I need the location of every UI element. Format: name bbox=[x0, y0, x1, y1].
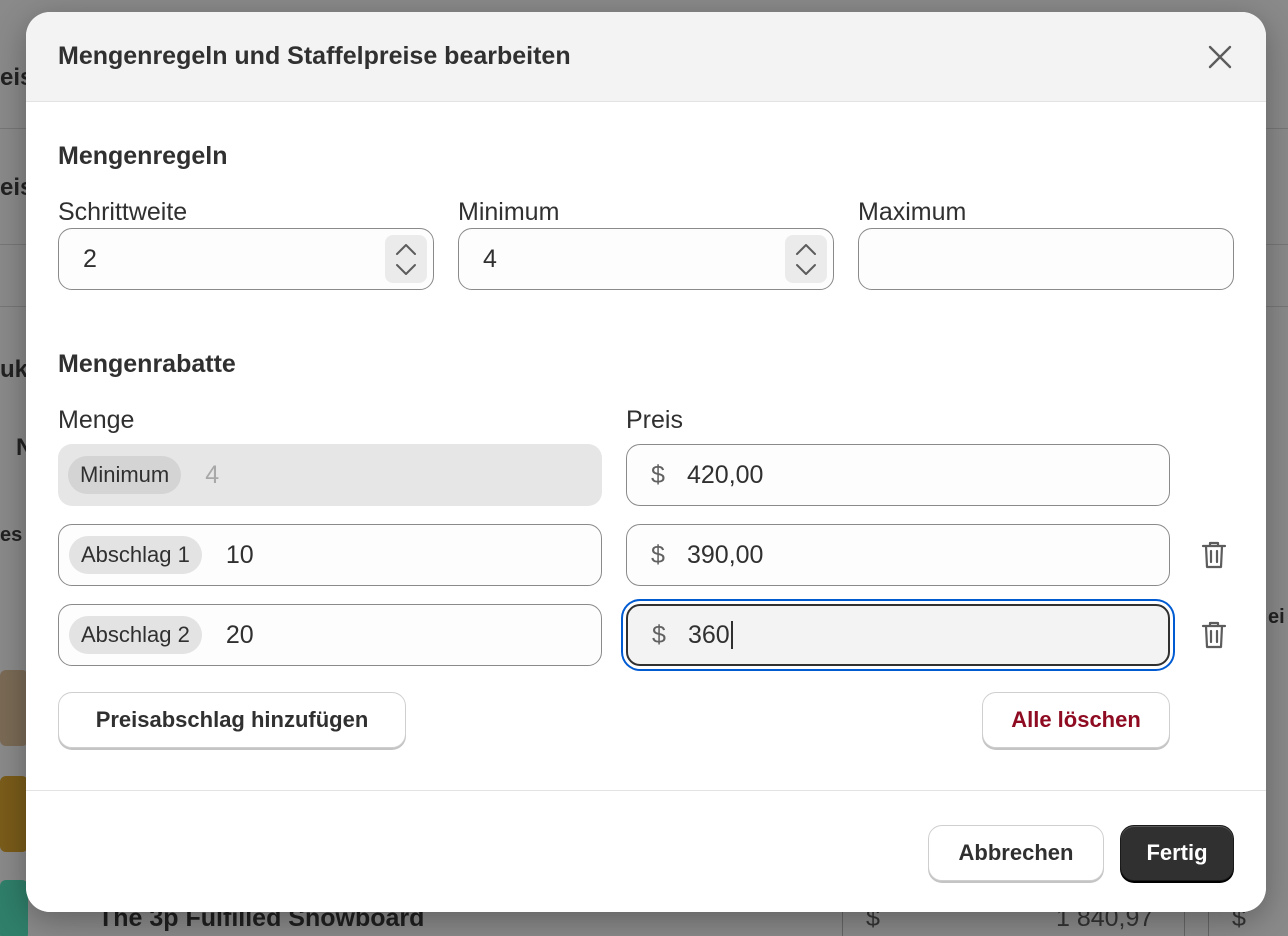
increment-input[interactable]: 2 bbox=[58, 228, 434, 290]
modal-footer: Abbrechen Fertig bbox=[26, 790, 1266, 912]
break-quantity-input-2[interactable]: Abschlag 2 20 bbox=[58, 604, 602, 666]
break-tag: Abschlag 2 bbox=[69, 616, 202, 654]
delete-break-button-2[interactable] bbox=[1198, 619, 1230, 651]
minimum-value: 4 bbox=[483, 244, 497, 273]
chevron-down-icon[interactable] bbox=[795, 263, 817, 277]
bg-text-fragment: ei bbox=[1268, 606, 1285, 628]
trash-icon bbox=[1201, 621, 1227, 649]
bg-text-fragment: es bbox=[0, 524, 23, 546]
break-quantity-value: 10 bbox=[225, 540, 254, 569]
currency-symbol: $ bbox=[651, 460, 665, 489]
chevron-up-icon[interactable] bbox=[795, 242, 817, 256]
break-price-value: 360 bbox=[688, 620, 730, 649]
break-tag: Minimum bbox=[68, 456, 182, 494]
currency-symbol: $ bbox=[652, 620, 666, 649]
modal-dialog: Mengenregeln und Staffelpreise bearbeite… bbox=[26, 12, 1266, 912]
break-quantity-value: 20 bbox=[225, 620, 254, 649]
done-button[interactable]: Fertig bbox=[1120, 825, 1234, 881]
delete-break-button-1[interactable] bbox=[1198, 539, 1230, 571]
text-caret bbox=[730, 621, 733, 649]
break-price-value: 390,00 bbox=[687, 540, 764, 569]
cancel-button[interactable]: Abbrechen bbox=[928, 825, 1104, 881]
close-button[interactable] bbox=[1200, 37, 1240, 77]
break-quantity-input-1[interactable]: Abschlag 1 10 bbox=[58, 524, 602, 586]
minimum-input[interactable]: 4 bbox=[458, 228, 834, 290]
increment-stepper[interactable] bbox=[385, 235, 427, 283]
chevron-down-icon[interactable] bbox=[395, 263, 417, 277]
bg-product-thumbnail bbox=[0, 776, 28, 852]
break-price-input-minimum[interactable]: $ 420,00 bbox=[626, 444, 1170, 506]
break-price-input-2[interactable]: $ 360 bbox=[626, 604, 1170, 666]
section-title-quantity-rules: Mengenregeln bbox=[58, 142, 228, 170]
modal-header: Mengenregeln und Staffelpreise bearbeite… bbox=[26, 12, 1266, 102]
break-quantity-minimum: Minimum 4 bbox=[58, 444, 602, 506]
maximum-label: Maximum bbox=[858, 198, 967, 226]
chevron-up-icon[interactable] bbox=[395, 242, 417, 256]
minimum-label: Minimum bbox=[458, 198, 560, 226]
increment-label: Schrittweite bbox=[58, 198, 188, 226]
break-quantity-value: 4 bbox=[205, 460, 220, 489]
clear-all-button[interactable]: Alle löschen bbox=[982, 692, 1170, 748]
maximum-input[interactable] bbox=[858, 228, 1234, 290]
section-title-volume-pricing: Mengenrabatte bbox=[58, 350, 236, 378]
close-icon bbox=[1208, 45, 1232, 68]
break-price-value: 420,00 bbox=[687, 460, 764, 489]
bg-product-thumbnail bbox=[0, 670, 28, 746]
quantity-column-label: Menge bbox=[58, 406, 135, 434]
bg-product-thumbnail bbox=[0, 880, 28, 936]
bg-text-fragment: uk bbox=[0, 356, 29, 383]
increment-value: 2 bbox=[83, 244, 97, 273]
minimum-stepper[interactable] bbox=[785, 235, 827, 283]
break-price-input-1[interactable]: $ 390,00 bbox=[626, 524, 1170, 586]
modal-title: Mengenregeln und Staffelpreise bearbeite… bbox=[58, 42, 571, 70]
break-tag: Abschlag 1 bbox=[69, 536, 202, 574]
trash-icon bbox=[1201, 541, 1227, 569]
currency-symbol: $ bbox=[651, 540, 665, 569]
modal-body: Mengenregeln Schrittweite 2 Minimum 4 Ma… bbox=[26, 102, 1266, 792]
add-price-break-button[interactable]: Preisabschlag hinzufügen bbox=[58, 692, 406, 748]
price-column-label: Preis bbox=[626, 406, 683, 434]
